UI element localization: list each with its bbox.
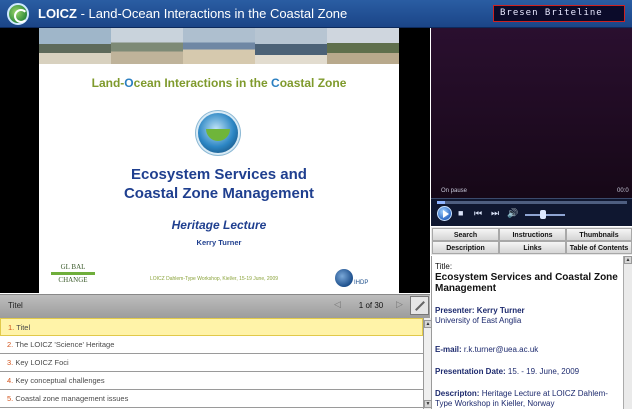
video-area[interactable]: [431, 28, 632, 198]
loicz-emblem-icon: [198, 113, 238, 153]
loicz-logo-icon: [7, 3, 29, 25]
list-item-number: 4.: [7, 376, 14, 385]
info-description-label: Descripton:: [435, 389, 480, 398]
info-email-link[interactable]: r.k.turner@uea.ac.uk: [464, 345, 538, 354]
ihdp-logo-icon: [335, 269, 353, 287]
info-affiliation: University of East Anglia: [435, 316, 522, 325]
list-item-number: 1.: [8, 323, 15, 332]
slide-title-line: Coastal Zone Management: [123, 185, 315, 202]
global-change-logo: GL BAL CHANGE: [49, 263, 97, 284]
list-item[interactable]: 4. Key conceptual challenges: [0, 372, 423, 390]
info-presenter-label: Presenter: Kerry Turner: [435, 306, 525, 315]
slide-photo-strip: [39, 28, 399, 64]
coast-photo: [327, 28, 399, 64]
tab-instructions[interactable]: Instructions: [499, 228, 566, 241]
global-change-logo-bar: [51, 272, 95, 275]
info-description-value: Heritage Lecture at LOICZ Dahlem-: [481, 389, 608, 398]
tab-table-of-contents[interactable]: Table of Contents: [566, 241, 632, 254]
slide-heading: Land-Ocean Interactions in the Coastal Z…: [39, 76, 399, 90]
coast-photo: [39, 28, 111, 64]
slide-list-scrollbar[interactable]: ▲ ▼: [423, 318, 432, 409]
edit-icon[interactable]: [410, 296, 429, 315]
list-item[interactable]: 5. Coastal zone management issues: [0, 390, 423, 408]
speaker-name-box: Bresen Briteline: [493, 5, 625, 22]
info-scrollbar[interactable]: ▲: [623, 256, 632, 409]
tab-thumbnails[interactable]: Thumbnails: [566, 228, 632, 241]
next-button[interactable]: ⏭: [491, 208, 499, 219]
info-description: Descripton: Heritage Lecture at LOICZ Da…: [435, 389, 608, 398]
slide-heading-part: Land-: [91, 76, 125, 90]
coast-photo: [255, 28, 327, 64]
player-status: On pause: [441, 188, 468, 194]
player-time: 00:0: [617, 188, 629, 194]
page-counter: 1 of 30: [358, 301, 384, 310]
scroll-up-icon[interactable]: ▲: [424, 320, 432, 328]
list-item[interactable]: 2. The LOICZ 'Science' Heritage: [0, 336, 423, 354]
slide-canvas: Land-Ocean Interactions in the Coastal Z…: [39, 28, 399, 293]
volume-icon[interactable]: 🔊: [507, 208, 518, 219]
list-item-number: 5.: [7, 394, 14, 403]
list-item-text: Key conceptual challenges: [15, 376, 105, 385]
tab-links[interactable]: Links: [499, 241, 566, 254]
slide-viewport: Land-Ocean Interactions in the Coastal Z…: [0, 28, 430, 293]
seek-bar[interactable]: [437, 201, 627, 204]
slide-list: 1. Titel 2. The LOICZ 'Science' Heritage…: [0, 318, 423, 409]
coast-photo: [183, 28, 255, 64]
list-item-text: Titel: [16, 323, 31, 332]
current-slide-label: Titel: [8, 301, 23, 310]
stop-button[interactable]: ■: [458, 208, 463, 218]
prev-slide-icon[interactable]: ◁: [334, 299, 341, 310]
list-item-text: The LOICZ 'Science' Heritage: [15, 340, 115, 349]
list-item-text: Key LOICZ Foci: [15, 358, 69, 367]
info-description-line2: Type Workshop in Kieller, Norway: [435, 399, 555, 408]
slide-heading-part: O: [124, 76, 134, 90]
info-date: Presentation Date: 15. - 19. June, 2009: [435, 367, 579, 376]
info-date-label: Presentation Date:: [435, 367, 506, 376]
previous-button[interactable]: ⏮: [474, 208, 482, 219]
slide-title-line: Ecosystem Services and: [131, 166, 307, 183]
info-presenter: Presenter: Kerry Turner: [435, 306, 525, 315]
global-change-logo-bottom: CHANGE: [58, 276, 88, 284]
app-title-brand: LOICZ: [38, 6, 77, 21]
slide-author: Kerry Turner: [196, 238, 242, 247]
slide-heading-part: C: [271, 76, 280, 90]
info-date-value: 15. - 19. June, 2009: [507, 367, 580, 376]
global-change-logo-top: GL BAL: [60, 263, 86, 271]
tab-description[interactable]: Description: [432, 241, 499, 254]
list-item-text: Coastal zone management issues: [15, 394, 129, 403]
app-title: LOICZ - Land-Ocean Interactions in the C…: [38, 6, 347, 21]
info-email: E-mail: r.k.turner@uea.ac.uk: [435, 345, 538, 354]
slide-footer: LOICZ Dahlem-Type Workshop, Kiel/er, 15-…: [149, 276, 279, 282]
list-item[interactable]: 3. Key LOICZ Foci: [0, 354, 423, 372]
ihdp-logo-text: IHDP: [354, 280, 369, 286]
list-item[interactable]: 1. Titel: [0, 318, 423, 336]
seek-progress: [437, 201, 445, 204]
slide-heading-part: cean Interactions in the: [133, 76, 272, 90]
coast-photo: [111, 28, 183, 64]
app-title-rest: - Land-Ocean Interactions in the Coastal…: [77, 6, 348, 21]
info-email-label: E-mail:: [435, 345, 462, 354]
list-item-number: 3.: [7, 358, 14, 367]
volume-knob[interactable]: [540, 210, 546, 219]
tab-search[interactable]: Search: [432, 228, 499, 241]
scroll-down-icon[interactable]: ▼: [424, 400, 432, 408]
play-button[interactable]: [437, 206, 452, 221]
slide-heading-part: oastal Zone: [279, 76, 347, 90]
list-item-number: 2.: [7, 340, 14, 349]
info-title: Ecosystem Services and Coastal Zone Mana…: [435, 272, 618, 294]
info-title-label: Title:: [435, 262, 453, 271]
slide-subtitle: Heritage Lecture: [171, 218, 267, 232]
next-slide-icon[interactable]: ▷: [396, 299, 403, 310]
scroll-up-icon[interactable]: ▲: [624, 256, 632, 264]
slide-title: Ecosystem Services and Coastal Zone Mana…: [39, 165, 399, 203]
